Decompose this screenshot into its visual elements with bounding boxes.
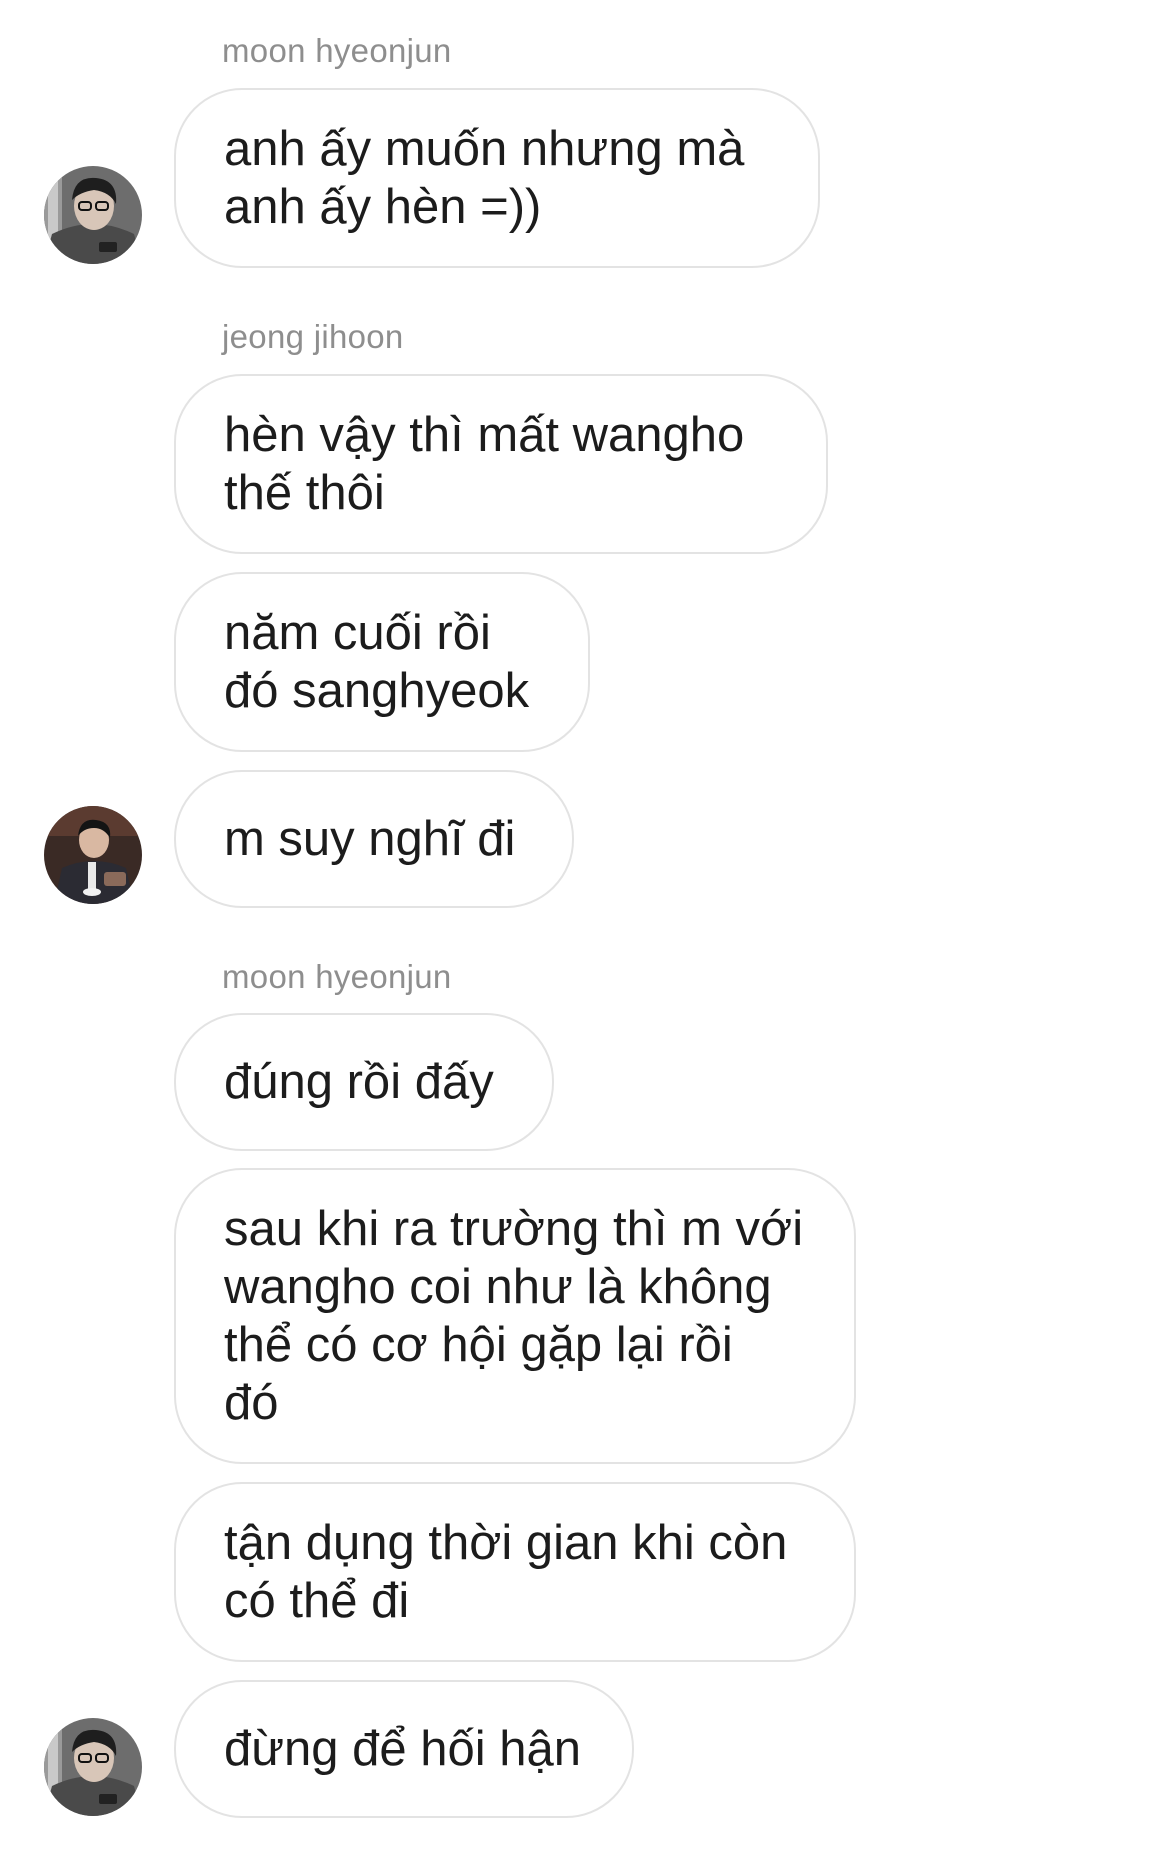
message-bubble[interactable]: tận dụng thời gian khi còn có thể đi (174, 1482, 856, 1662)
user-avatar-icon (44, 806, 142, 904)
sender-name: moon hyeonjun (222, 32, 452, 69)
avatar-jeong-jihoon[interactable] (44, 806, 142, 904)
sender-name: moon hyeonjun (222, 958, 452, 995)
message-text: m suy nghĩ đi (224, 812, 516, 866)
avatar-moon-hyeonjun[interactable] (44, 166, 142, 264)
message-text: năm cuối rồi đó sanghyeok (224, 606, 530, 718)
message-text: sau khi ra trường thì m với wangho coi n… (224, 1202, 804, 1430)
avatar-moon-hyeonjun[interactable] (44, 1718, 142, 1816)
user-avatar-icon (44, 1718, 142, 1816)
message-bubble[interactable]: anh ấy muốn nhưng mà anh ấy hèn =)) (174, 88, 820, 268)
message-bubble[interactable]: sau khi ra trường thì m với wangho coi n… (174, 1168, 856, 1464)
message-bubble[interactable]: đúng rồi đấy (174, 1013, 554, 1151)
message-bubble[interactable]: m suy nghĩ đi (174, 770, 574, 908)
message-text: tận dụng thời gian khi còn có thể đi (224, 1516, 788, 1628)
message-text: đừng để hối hận (224, 1722, 582, 1776)
message-bubble[interactable]: đừng để hối hận (174, 1680, 634, 1818)
message-text: đúng rồi đấy (224, 1055, 494, 1109)
message-text: hèn vậy thì mất wangho thế thôi (224, 408, 745, 520)
user-avatar-icon (44, 166, 142, 264)
message-bubble[interactable]: hèn vậy thì mất wangho thế thôi (174, 374, 828, 554)
message-text: anh ấy muốn nhưng mà anh ấy hèn =)) (224, 122, 745, 234)
message-bubble[interactable]: năm cuối rồi đó sanghyeok (174, 572, 590, 752)
sender-name: jeong jihoon (222, 318, 404, 355)
